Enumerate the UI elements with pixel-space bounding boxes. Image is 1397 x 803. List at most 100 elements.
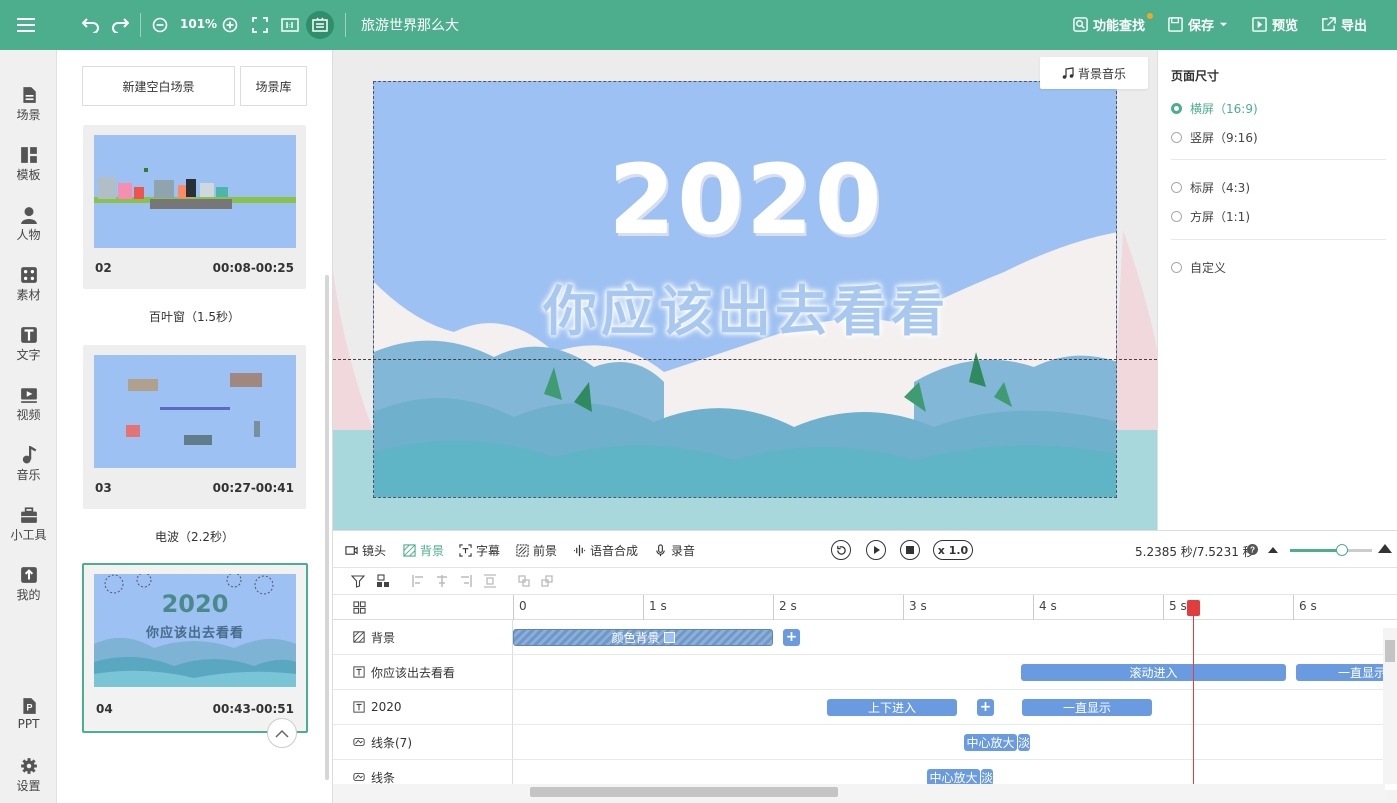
tracks-grid-icon[interactable] <box>353 601 366 614</box>
fullscreen-icon[interactable] <box>248 13 272 37</box>
subtitle-icon <box>459 544 472 557</box>
clip-color-background[interactable]: 颜色背景 <box>513 629 773 646</box>
scrollbar-thumb[interactable] <box>1385 640 1395 662</box>
upload-icon <box>20 567 37 583</box>
tab-tts[interactable]: 语音合成 <box>573 542 638 559</box>
timeline-zoom-track[interactable] <box>1348 549 1372 552</box>
nav-item-toolbox[interactable]: 小工具 <box>0 500 57 550</box>
scroll-up-button[interactable] <box>267 718 297 748</box>
filter-icon[interactable] <box>351 574 365 588</box>
tab-subtitle[interactable]: 字幕 <box>459 542 500 559</box>
shape-icon <box>353 738 365 746</box>
radio-label: 方屏（1:1) <box>1190 210 1250 224</box>
distribute-icon[interactable] <box>483 574 497 588</box>
stage-canvas[interactable]: 2020 你应该出去看看 <box>373 81 1117 498</box>
play-button[interactable] <box>866 540 886 560</box>
clip-always-show[interactable]: 一直显示 <box>1022 699 1152 716</box>
nav-item-ppt[interactable]: P PPT <box>0 691 57 741</box>
track-row-background[interactable]: 颜色背景 + <box>513 620 1383 655</box>
track-row-2020[interactable]: 上下进入 + 一直显示 <box>513 690 1383 725</box>
track-name-lines-7[interactable]: 线条(7) <box>333 725 513 760</box>
document-title[interactable]: 旅游世界那么大 <box>361 15 459 35</box>
scene-card-04[interactable]: 2020 你应该出去看看 04 00:43-00:51 <box>82 563 308 733</box>
clip-up-down-in[interactable]: 上下进入 <box>827 699 957 716</box>
speed-button[interactable]: x 1.0 <box>933 540 973 560</box>
guide-line <box>333 359 1157 360</box>
track-row-subtitle-text[interactable]: 滚动进入 一直显示 <box>513 655 1396 690</box>
nav-item-template[interactable]: 模板 <box>0 140 57 190</box>
clip-fade[interactable]: 淡 <box>1018 734 1030 751</box>
thumbnail-title: 2020 <box>161 590 229 618</box>
background-music-button[interactable]: 背景音乐 <box>1040 57 1148 89</box>
gear-icon <box>20 758 37 774</box>
layer-up-icon[interactable] <box>517 574 531 588</box>
tab-camera[interactable]: 镜头 <box>345 542 386 559</box>
subtitle-tool-icon[interactable] <box>306 11 334 39</box>
help-icon[interactable]: ? <box>1247 544 1258 555</box>
track-name-2020[interactable]: 2020 <box>333 690 513 725</box>
radio-portrait-9-16[interactable]: 竖屏（9:16) <box>1171 129 1258 146</box>
radio-custom[interactable]: 自定义 <box>1171 259 1226 276</box>
canvas-subtitle[interactable]: 你应该出去看看 <box>374 267 1116 346</box>
scene-card-03[interactable]: 03 00:27-00:41 <box>83 345 306 509</box>
redo-icon[interactable] <box>108 13 132 37</box>
tab-record[interactable]: 录音 <box>654 542 695 559</box>
track-name-subtitle-text[interactable]: 你应该出去看看 <box>333 655 513 690</box>
scene-library-button[interactable]: 场景库 <box>240 66 307 106</box>
nav-item-material[interactable]: 素材 <box>0 260 57 310</box>
clip-scroll-in[interactable]: 滚动进入 <box>1021 664 1286 681</box>
stop-button[interactable] <box>900 540 920 560</box>
clip-always-show[interactable]: 一直显示 <box>1296 664 1396 681</box>
timeline-vertical-scrollbar[interactable] <box>1383 628 1397 784</box>
zoom-out-icon[interactable] <box>148 13 172 37</box>
nav-item-music[interactable]: 音乐 <box>0 440 57 490</box>
canvas-title-2020[interactable]: 2020 <box>374 144 1116 256</box>
menu-icon[interactable] <box>14 13 38 37</box>
scene-card-02[interactable]: 02 00:08-00:25 <box>83 125 306 289</box>
align-left-icon[interactable] <box>411 574 425 588</box>
scene-transition[interactable]: 电波（2.2秒） <box>83 528 306 545</box>
template-icon <box>20 147 37 163</box>
nav-item-settings[interactable]: 设置 <box>0 751 57 801</box>
save-button[interactable]: 保存 <box>1168 15 1228 34</box>
timeline-zoom-handle[interactable] <box>1336 544 1348 556</box>
zoom-small-icon[interactable] <box>1268 545 1278 553</box>
new-blank-scene-button[interactable]: 新建空白场景 <box>82 66 235 106</box>
nav-item-person[interactable]: 人物 <box>0 200 57 250</box>
preview-button[interactable]: 预览 <box>1252 15 1298 34</box>
track-row-lines-7[interactable]: 中心放大 淡 <box>513 725 1383 760</box>
radio-square-1-1[interactable]: 方屏（1:1) <box>1171 208 1250 225</box>
replay-button[interactable] <box>831 540 851 560</box>
actual-size-icon[interactable] <box>278 13 302 37</box>
svg-text:P: P <box>26 703 32 713</box>
track-name-background[interactable]: 背景 <box>333 620 513 655</box>
timeline-horizontal-scrollbar[interactable] <box>333 784 1385 800</box>
align-center-icon[interactable] <box>435 574 449 588</box>
add-clip-button[interactable]: + <box>977 699 994 716</box>
nav-item-mine[interactable]: 我的 <box>0 560 57 610</box>
clip-center-zoom[interactable]: 中心放大 <box>964 734 1017 751</box>
layer-down-icon[interactable] <box>540 574 554 588</box>
scene-thumbnail: 2020 你应该出去看看 <box>94 574 296 687</box>
tab-background[interactable]: 背景 <box>403 542 444 559</box>
align-right-icon[interactable] <box>459 574 473 588</box>
scrollbar-thumb[interactable] <box>530 787 838 797</box>
feature-search-button[interactable]: 功能查找 <box>1073 15 1145 34</box>
track-label: 背景 <box>371 630 396 645</box>
zoom-large-icon[interactable] <box>1378 543 1392 553</box>
add-clip-button[interactable]: + <box>783 629 800 646</box>
timeline-ruler[interactable]: 0 1 s 2 s 3 s 4 s 5 s 6 s <box>333 595 1397 620</box>
radio-landscape-16-9[interactable]: 横屏（16:9) <box>1171 100 1258 117</box>
scene-scrollbar[interactable] <box>325 275 329 780</box>
tab-foreground[interactable]: 前景 <box>516 542 557 559</box>
scene-transition[interactable]: 百叶窗（1.5秒） <box>83 308 306 325</box>
undo-icon[interactable] <box>79 13 103 37</box>
nav-item-video[interactable]: 视频 <box>0 380 57 430</box>
radio-standard-4-3[interactable]: 标屏（4:3) <box>1171 179 1250 196</box>
playhead-handle[interactable] <box>1187 600 1200 616</box>
group-icon[interactable] <box>376 574 390 588</box>
zoom-in-icon[interactable] <box>218 13 242 37</box>
nav-item-text[interactable]: 文字 <box>0 320 57 370</box>
nav-item-scene[interactable]: 场景 <box>0 80 57 130</box>
export-button[interactable]: 导出 <box>1321 15 1367 34</box>
